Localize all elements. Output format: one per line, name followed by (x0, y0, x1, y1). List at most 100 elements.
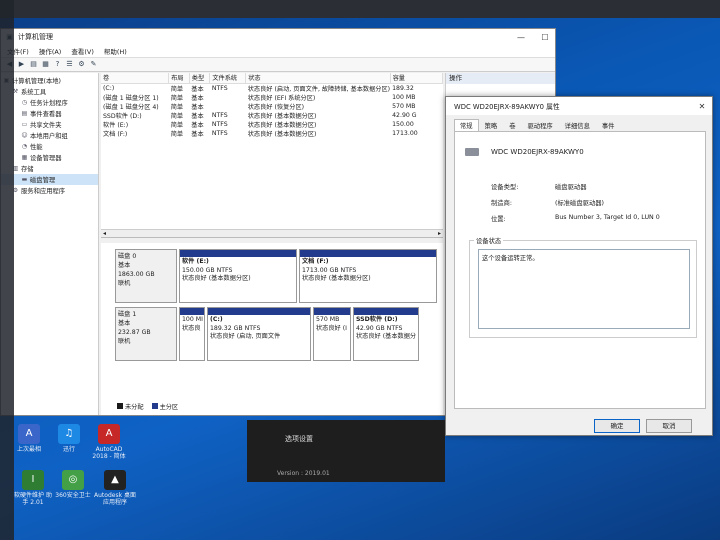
partition-block[interactable]: (C:) 189.32 GB NTFS 状态良好 (启动, 页面文件 (207, 307, 311, 361)
tree-item[interactable]: ⚒ 系统工具 (1, 86, 98, 97)
settings-icon[interactable]: ⚙ (77, 60, 86, 69)
desktop-app-icon[interactable]: A (18, 424, 40, 444)
tab-1[interactable]: 策略 (479, 119, 504, 131)
column-header[interactable]: 布局 (168, 73, 190, 84)
partition-color-bar (180, 308, 204, 315)
tree-item[interactable]: ☺ 本地用户和组 (1, 130, 98, 141)
tree-item[interactable]: ▬ 磁盘管理 (1, 174, 98, 185)
horizontal-scrollbar[interactable]: ◂ ▸ (101, 229, 443, 237)
table-cell: SSD软件 (D:) (103, 112, 142, 120)
partition-name: SSD软件 (D:) (356, 316, 398, 323)
disk-graphical-pane: 未分配 主分区 磁盘 0 基本 1863.00 GB 联机 软件 (E:) 150.00 G… (101, 243, 443, 415)
tree-item-label: 存储 (21, 166, 34, 173)
desktop-app-icon[interactable]: ▲ (104, 470, 126, 490)
up-folder-icon[interactable]: ▤ (29, 60, 38, 69)
column-header[interactable]: 容量 (390, 73, 444, 84)
edit-icon[interactable]: ✎ (89, 60, 98, 69)
disk-size: 1863.00 GB (118, 271, 155, 278)
column-header[interactable]: 状态 (245, 73, 391, 84)
partition-name: (C:) (210, 316, 223, 323)
desktop-app-icon[interactable]: ♫ (58, 424, 80, 444)
column-header[interactable]: 卷 (101, 73, 170, 84)
table-cell: 简单 (170, 94, 184, 102)
tree-item[interactable]: ▣计算机管理(本地) (1, 75, 98, 86)
partition-status: 状态良好 (基本数据分区) (302, 275, 371, 282)
tree-item[interactable]: ◔ 性能 (1, 141, 98, 152)
tab-2[interactable]: 卷 (503, 119, 521, 131)
tab-4[interactable]: 详细信息 (559, 119, 596, 131)
table-cell: 基本 (191, 103, 204, 111)
partition-size: 1713.00 GB NTFS (302, 266, 357, 274)
tree-item-label: 系统工具 (21, 89, 47, 96)
table-cell: 简单 (170, 121, 184, 129)
tree-item[interactable]: ◷ 任务计划程序 (1, 97, 98, 108)
partition-block[interactable]: 570 MB 状态良好 (I (313, 307, 351, 361)
disk-row: 磁盘 0 基本 1863.00 GB 联机 软件 (E:) 150.00 GB NTFS 状… (115, 249, 437, 303)
legend-item: 未分配 (117, 402, 144, 411)
tab-0[interactable]: 常规 (454, 119, 479, 131)
list-view-icon[interactable]: ☰ (65, 60, 74, 69)
desktop-app-icon[interactable]: I (22, 470, 44, 490)
menu-action[interactable]: 操作(A) (39, 46, 62, 56)
table-row[interactable]: SSD软件 (D:) 简单 基本 NTFS 状态良好 (基本数据分区) 42.90 G (101, 111, 443, 120)
options-settings-label[interactable]: 选项设置 (285, 434, 313, 444)
partition-text: 570 MB 状态良好 (I (314, 316, 350, 333)
device-status-textbox[interactable]: 这个设备运转正常。 (478, 249, 690, 329)
table-row[interactable]: 软件 (E:) 简单 基本 NTFS 状态良好 (基本数据分区) 150.00 (101, 120, 443, 129)
table-row[interactable]: 文档 (F:) 简单 基本 NTFS 状态良好 (基本数据分区) 1713.00 (101, 129, 443, 138)
table-row[interactable]: (磁盘 1 磁盘分区 4) 简单 基本 状态良好 (恢复分区) 570 MB (101, 102, 443, 111)
close-icon[interactable]: ✕ (692, 102, 712, 111)
volume-list-pane: 卷布局 类型 文件系统 状态 容量 (C:) 简单 基本 NTFS 状态良好 (启动, 页面文件… (101, 73, 444, 238)
tree-item[interactable]: ▥ 存储 (1, 163, 98, 174)
partition-name: 软件 (E:) (182, 258, 209, 265)
partition-block[interactable]: 100 MI 状态良 (179, 307, 205, 361)
partition-color-bar (180, 250, 296, 257)
table-cell: NTFS (211, 84, 228, 92)
tree-item[interactable]: ▦ 设备管理器 (1, 152, 98, 163)
tab-5[interactable]: 事件 (596, 119, 621, 131)
partition-block[interactable]: SSD软件 (D:) 42.90 GB NTFS 状态良好 (基本数据分 (353, 307, 419, 361)
tab-3[interactable]: 驱动程序 (521, 119, 558, 131)
tree-item[interactable]: ▤ 事件查看器 (1, 108, 98, 119)
table-row[interactable]: (C:) 简单 基本 NTFS 状态良好 (启动, 页面文件, 故障转储, 基本数据分区… (101, 83, 443, 93)
forward-arrow-icon[interactable]: ▶ (17, 60, 26, 69)
tree-item-label: 本地用户和组 (30, 133, 68, 140)
table-cell: 状态良好 (基本数据分区) (247, 130, 317, 138)
maximize-icon[interactable]: ☐ (535, 33, 555, 42)
table-cell: 简单 (170, 112, 184, 120)
partition-size: 189.32 GB NTFS (210, 324, 261, 332)
column-header[interactable]: 类型 (189, 73, 211, 84)
minimize-icon[interactable]: — (511, 33, 531, 42)
tree-item[interactable]: ▭ 共享文件夹 (1, 119, 98, 130)
table-cell: 570 MB (392, 102, 416, 110)
device-status-label: 设备状态 (474, 236, 504, 245)
cancel-button[interactable]: 取消 (646, 419, 692, 433)
table-cell (210, 93, 246, 102)
menu-view[interactable]: 查看(V) (71, 46, 94, 56)
partition-status: 状态良好 (启动, 页面文件 (210, 333, 281, 340)
table-cell: 基本 (191, 85, 204, 93)
partition-block[interactable]: 文档 (F:) 1713.00 GB NTFS 状态良好 (基本数据分区) (299, 249, 437, 303)
device-status-group: 设备状态 这个设备运转正常。 (469, 236, 697, 338)
desktop-app-label: 迅行 (62, 446, 75, 453)
desktop-app-icon[interactable]: ◎ (62, 470, 84, 490)
partition-text: 文档 (F:) 1713.00 GB NTFS 状态良好 (基本数据分区) (300, 258, 436, 284)
tree-item[interactable]: ⚙ 服务和应用程序 (1, 185, 98, 196)
toolbar: ◀ ▶ ▤ ▦ ? ☰ ⚙ ✎ (1, 58, 555, 72)
table-cell: 文档 (F:) (103, 130, 128, 138)
disk-info[interactable]: 磁盘 1 基本 232.87 GB 联机 (115, 307, 177, 361)
table-cell: 状态良好 (基本数据分区) (247, 112, 317, 120)
ok-button[interactable]: 确定 (594, 419, 640, 433)
column-header[interactable]: 文件系统 (209, 73, 247, 84)
properties-icon[interactable]: ▦ (41, 60, 50, 69)
menu-help[interactable]: 帮助(H) (104, 46, 127, 56)
scroll-right-icon[interactable]: ▸ (438, 230, 441, 237)
partition-block[interactable]: 软件 (E:) 150.00 GB NTFS 状态良好 (基本数据分区) (179, 249, 297, 303)
desktop-app-icon[interactable]: A (98, 424, 120, 444)
table-row[interactable]: (磁盘 1 磁盘分区 1) 简单 基本 状态良好 (EFI 系统分区) 100 MB (101, 93, 443, 102)
help-icon[interactable]: ? (53, 60, 62, 69)
partition-color-bar (208, 308, 310, 315)
scroll-left-icon[interactable]: ◂ (103, 230, 106, 237)
table-cell: 42.90 G (392, 111, 417, 119)
disk-info[interactable]: 磁盘 0 基本 1863.00 GB 联机 (115, 249, 177, 303)
